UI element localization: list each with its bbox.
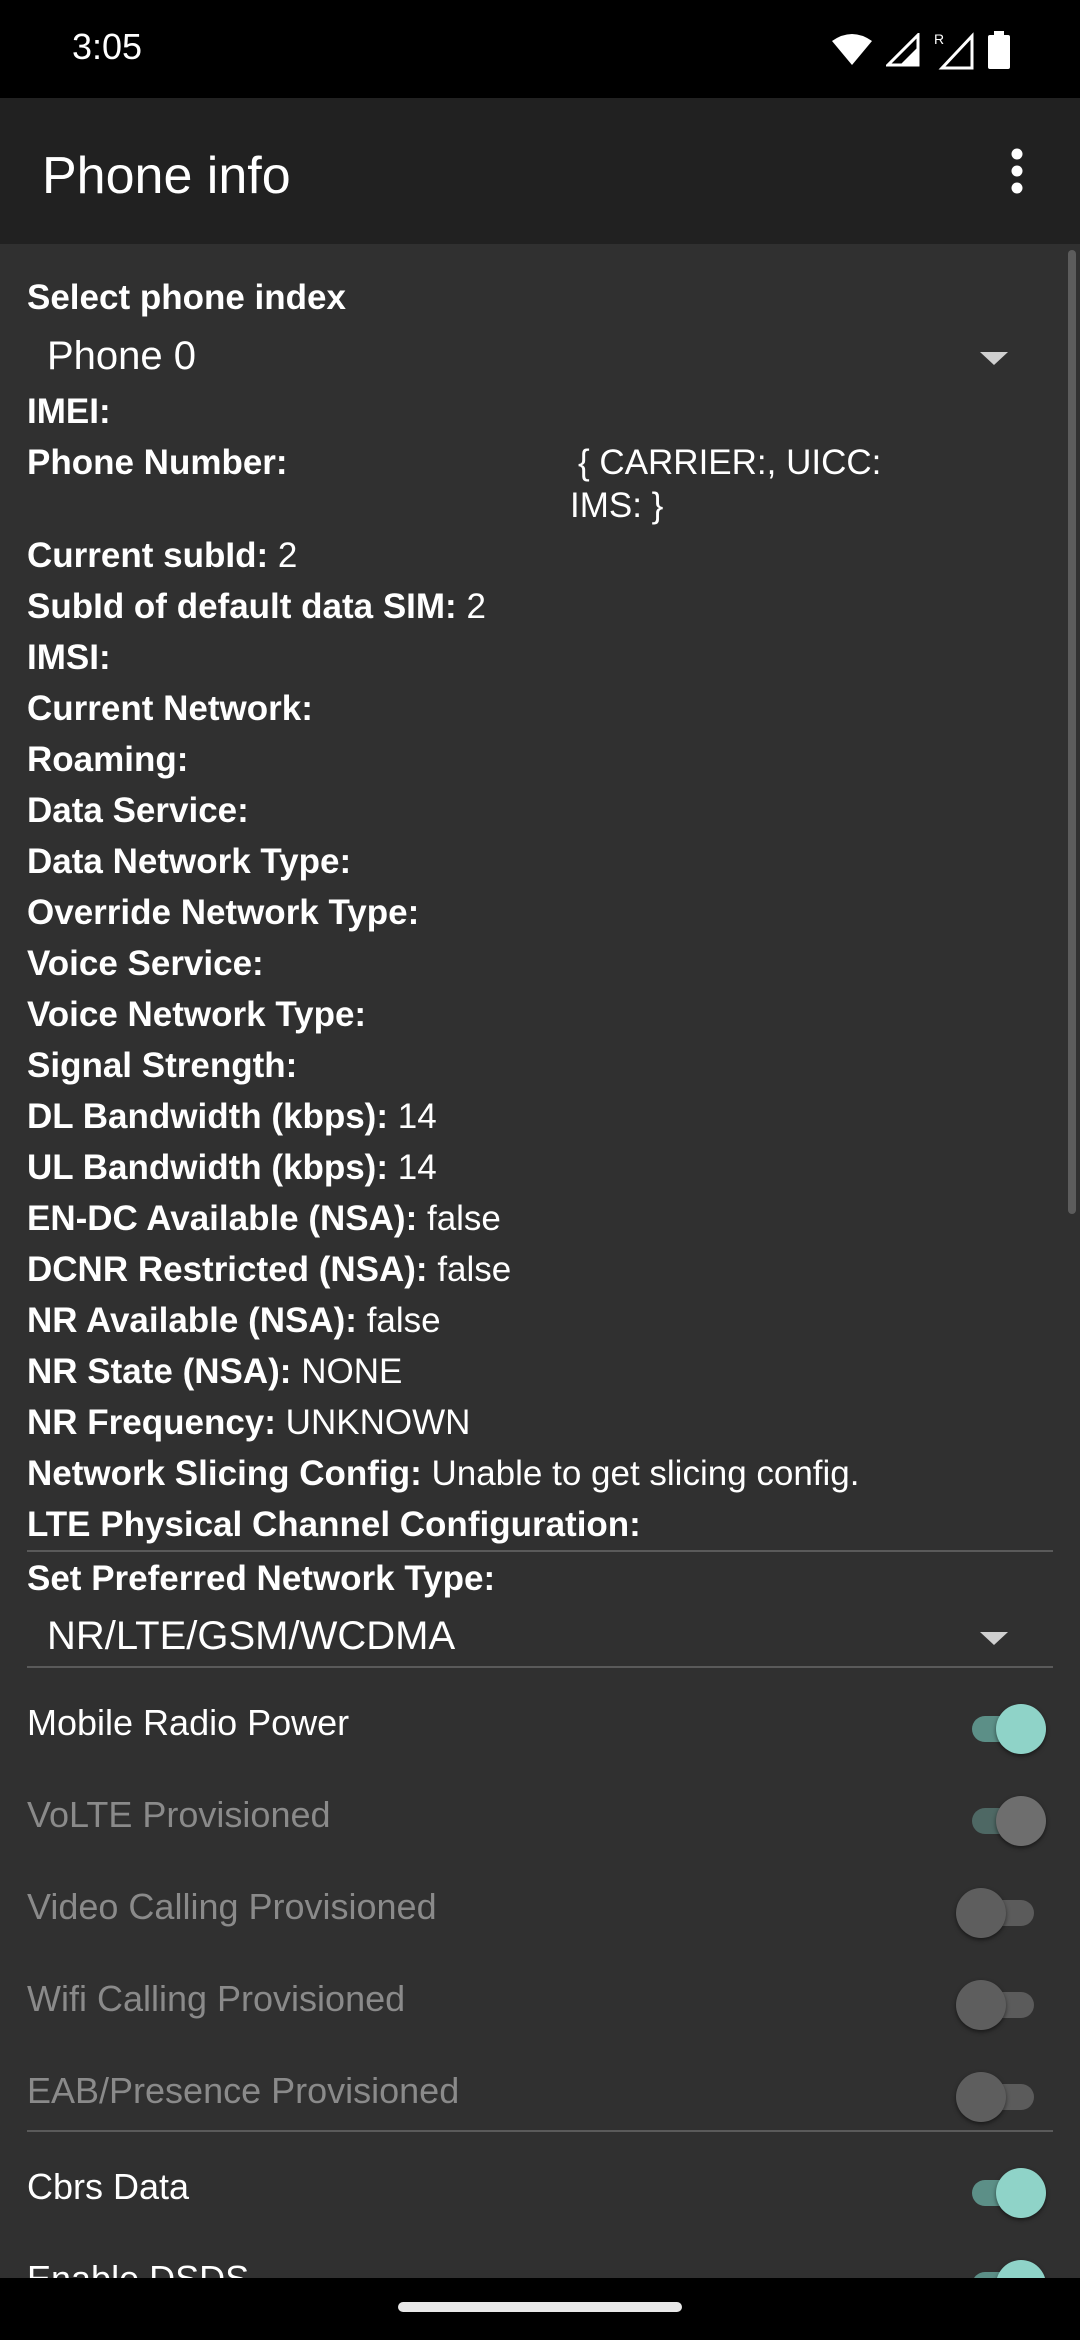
current-subid-row: Current subId: 2 — [27, 534, 297, 578]
signal-strength-label: Signal Strength: — [27, 1046, 298, 1085]
ul-bandwidth-label: UL Bandwidth (kbps): — [27, 1148, 388, 1187]
mobile-radio-power-switch[interactable] — [956, 1704, 1046, 1754]
phone-index-value: Phone 0 — [47, 334, 197, 378]
nr-state-value: NONE — [301, 1352, 403, 1391]
toggle-wifi-calling-provisioned: Wifi Calling Provisioned — [0, 1956, 1080, 2048]
eab-presence-switch — [956, 2072, 1046, 2122]
page-title: Phone info — [42, 147, 291, 205]
default-data-sim-row: SubId of default data SIM: 2 — [27, 585, 486, 629]
toggle-video-calling-provisioned: Video Calling Provisioned — [0, 1864, 1080, 1956]
current-network-label: Current Network: — [27, 689, 313, 728]
toggle-label: VoLTE Provisioned — [27, 1794, 331, 1835]
divider — [27, 1666, 1053, 1668]
toggle-eab-presence-provisioned: EAB/Presence Provisioned — [0, 2048, 1080, 2140]
scrollbar[interactable] — [1068, 250, 1076, 1214]
more-vert-icon — [1011, 148, 1023, 194]
home-gesture-handle[interactable] — [398, 2302, 682, 2312]
nr-state-row: NR State (NSA): NONE — [27, 1350, 402, 1394]
app-bar: Phone info — [0, 98, 1080, 244]
status-bar: 3:05 R — [0, 0, 1080, 98]
phone-number-value-line2: IMS: } — [570, 486, 664, 525]
toggle-label: Video Calling Provisioned — [27, 1886, 437, 1927]
status-icons: R — [832, 28, 1010, 72]
navigation-bar — [0, 2278, 1080, 2340]
toggle-label: Mobile Radio Power — [27, 1702, 350, 1743]
toggle-label: Wifi Calling Provisioned — [27, 1978, 406, 2019]
nr-frequency-row: NR Frequency: UNKNOWN — [27, 1401, 470, 1445]
imei-label: IMEI: — [27, 392, 111, 431]
dcnr-value: false — [437, 1250, 512, 1289]
dl-bandwidth-label: DL Bandwidth (kbps): — [27, 1097, 388, 1136]
preferred-network-spinner[interactable]: NR/LTE/GSM/WCDMA — [27, 1604, 1053, 1668]
nr-available-row: NR Available (NSA): false — [27, 1299, 441, 1343]
toggle-cbrs-data[interactable]: Cbrs Data — [0, 2144, 1080, 2236]
override-network-type-label: Override Network Type: — [27, 893, 420, 932]
data-network-type-label: Data Network Type: — [27, 842, 352, 881]
toggle-label: Cbrs Data — [27, 2166, 190, 2207]
dl-bandwidth-value: 14 — [397, 1097, 437, 1136]
ul-bandwidth-value: 14 — [397, 1148, 437, 1187]
dl-bandwidth-row: DL Bandwidth (kbps): 14 — [27, 1095, 437, 1139]
network-slicing-row: Network Slicing Config: Unable to get sl… — [27, 1452, 860, 1496]
wifi-calling-switch — [956, 1980, 1046, 2030]
video-calling-switch — [956, 1888, 1046, 1938]
dropdown-arrow-icon — [980, 352, 1008, 365]
network-slicing-value: Unable to get slicing config. — [431, 1454, 860, 1493]
dropdown-arrow-icon — [980, 1632, 1008, 1645]
voice-network-type-label: Voice Network Type: — [27, 995, 367, 1034]
battery-icon — [988, 31, 1010, 69]
endc-label: EN-DC Available (NSA): — [27, 1199, 418, 1238]
nr-frequency-value: UNKNOWN — [285, 1403, 471, 1442]
preferred-network-value: NR/LTE/GSM/WCDMA — [47, 1614, 456, 1658]
nr-frequency-label: NR Frequency: — [27, 1403, 276, 1442]
current-subid-value: 2 — [277, 536, 298, 575]
roaming-signal-icon: R — [934, 31, 974, 70]
svg-text:R: R — [934, 31, 944, 47]
nr-state-label: NR State (NSA): — [27, 1352, 292, 1391]
volte-provisioned-switch — [956, 1796, 1046, 1846]
network-slicing-label: Network Slicing Config: — [27, 1454, 422, 1493]
imsi-label: IMSI: — [27, 638, 111, 677]
lte-channel-config-label: LTE Physical Channel Configuration: — [27, 1505, 641, 1544]
roaming-label: Roaming: — [27, 740, 189, 779]
nr-available-value: false — [366, 1301, 441, 1340]
wifi-icon — [832, 34, 872, 65]
data-service-label: Data Service: — [27, 791, 249, 830]
ul-bandwidth-row: UL Bandwidth (kbps): 14 — [27, 1146, 437, 1190]
preferred-network-label: Set Preferred Network Type: — [27, 1559, 496, 1598]
status-time: 3:05 — [72, 26, 143, 67]
toggle-mobile-radio-power[interactable]: Mobile Radio Power — [0, 1680, 1080, 1772]
dcnr-row: DCNR Restricted (NSA): false — [27, 1248, 511, 1292]
divider — [27, 1550, 1053, 1552]
cell-signal-icon — [886, 33, 920, 67]
toggle-label: EAB/Presence Provisioned — [27, 2070, 460, 2111]
nr-available-label: NR Available (NSA): — [27, 1301, 357, 1340]
endc-row: EN-DC Available (NSA): false — [27, 1197, 501, 1241]
current-subid-label: Current subId: — [27, 536, 269, 575]
dcnr-label: DCNR Restricted (NSA): — [27, 1250, 428, 1289]
phone-number-label: Phone Number: — [27, 443, 288, 482]
toggle-volte-provisioned: VoLTE Provisioned — [0, 1772, 1080, 1864]
voice-service-label: Voice Service: — [27, 944, 264, 983]
endc-value: false — [426, 1199, 501, 1238]
default-data-sim-label: SubId of default data SIM: — [27, 587, 457, 626]
phone-index-spinner[interactable]: Phone 0 — [27, 324, 1053, 388]
overflow-menu-button[interactable] — [984, 138, 1050, 204]
default-data-sim-value: 2 — [466, 587, 486, 626]
phone-number-value-line1: { CARRIER:, UICC: — [578, 443, 882, 482]
cbrs-data-switch[interactable] — [956, 2168, 1046, 2218]
select-phone-index-label: Select phone index — [27, 278, 346, 317]
divider — [27, 2130, 1053, 2132]
